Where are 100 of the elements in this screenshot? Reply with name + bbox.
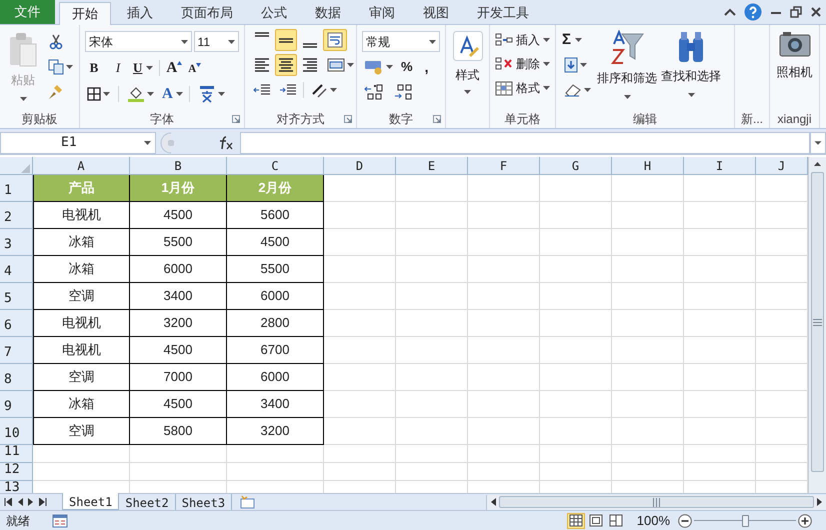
- sort-button[interactable]: 排序和筛选: [597, 29, 657, 110]
- percent-button[interactable]: %: [401, 57, 413, 77]
- dialog-launcher-icon[interactable]: [433, 115, 441, 123]
- empty-cell[interactable]: [684, 175, 756, 202]
- help-icon[interactable]: [744, 3, 762, 21]
- decrease-indent-icon[interactable]: [253, 83, 271, 97]
- empty-cell[interactable]: [612, 445, 684, 463]
- empty-cell[interactable]: [227, 445, 324, 463]
- autosum-button[interactable]: Σ: [562, 29, 593, 51]
- empty-cell[interactable]: [396, 364, 468, 391]
- empty-cell[interactable]: [396, 202, 468, 229]
- column-header[interactable]: I: [684, 157, 756, 175]
- empty-cell[interactable]: [468, 229, 540, 256]
- caret-icon[interactable]: [228, 40, 235, 44]
- empty-cell[interactable]: [468, 175, 540, 202]
- empty-cell[interactable]: [468, 202, 540, 229]
- empty-cell[interactable]: [130, 463, 227, 481]
- empty-cell[interactable]: [468, 418, 540, 445]
- column-header[interactable]: H: [612, 157, 684, 175]
- currency-icon[interactable]: [364, 59, 384, 75]
- caret-icon[interactable]: [429, 40, 436, 44]
- empty-cell[interactable]: [612, 175, 684, 202]
- empty-cell[interactable]: [612, 229, 684, 256]
- scroll-right-icon[interactable]: [817, 498, 823, 506]
- empty-cell[interactable]: [540, 337, 612, 364]
- row-header[interactable]: 4: [0, 256, 33, 283]
- empty-cell[interactable]: [540, 175, 612, 202]
- eraser-icon[interactable]: [564, 83, 582, 97]
- caret-icon[interactable]: [347, 63, 354, 67]
- empty-cell[interactable]: [684, 283, 756, 310]
- empty-cell[interactable]: [468, 337, 540, 364]
- caret-icon[interactable]: [386, 65, 393, 69]
- empty-cell[interactable]: [396, 418, 468, 445]
- expand-formula-bar-icon[interactable]: [810, 132, 826, 154]
- empty-cell[interactable]: [396, 175, 468, 202]
- empty-cell[interactable]: [540, 445, 612, 463]
- caret-icon[interactable]: [176, 92, 183, 96]
- last-sheet-icon[interactable]: [39, 498, 47, 506]
- empty-cell[interactable]: [540, 229, 612, 256]
- empty-cell[interactable]: [684, 418, 756, 445]
- empty-cell[interactable]: [468, 463, 540, 481]
- empty-cell[interactable]: [396, 391, 468, 418]
- decrease-decimal-icon[interactable]: [394, 84, 414, 100]
- column-header[interactable]: G: [540, 157, 612, 175]
- increase-decimal-icon[interactable]: [364, 84, 384, 100]
- horizontal-scrollbar[interactable]: [486, 494, 826, 510]
- cells-insert-button[interactable]: 插入: [495, 29, 550, 51]
- find-button[interactable]: 查找和选择: [661, 29, 721, 110]
- fill-down-icon[interactable]: [564, 57, 578, 73]
- ribbon-tab[interactable]: 开发工具: [465, 2, 541, 24]
- empty-cell[interactable]: [612, 256, 684, 283]
- caret-icon[interactable]: [688, 93, 694, 97]
- row-header[interactable]: 5: [0, 283, 33, 310]
- ribbon-tab[interactable]: 页面布局: [169, 2, 245, 24]
- row-header[interactable]: 6: [0, 310, 33, 337]
- empty-cell[interactable]: [324, 445, 396, 463]
- zoom-level[interactable]: 100%: [636, 510, 670, 530]
- camera-button[interactable]: 照相机: [776, 31, 812, 110]
- italic-button[interactable]: I: [109, 58, 127, 78]
- restore-icon[interactable]: [790, 6, 802, 18]
- row-header[interactable]: 9: [0, 391, 33, 418]
- empty-cell[interactable]: [612, 391, 684, 418]
- row-header[interactable]: 12: [0, 463, 33, 481]
- ribbon-tab[interactable]: 插入: [115, 2, 165, 24]
- copy-icon[interactable]: [48, 59, 64, 75]
- caret-icon[interactable]: [144, 140, 151, 144]
- view-normal-button[interactable]: [566, 512, 585, 528]
- ribbon-tab[interactable]: 审阅: [357, 2, 407, 24]
- file-tab[interactable]: 文件: [0, 0, 55, 24]
- caret-icon[interactable]: [218, 92, 225, 96]
- font-size-field[interactable]: 11: [194, 31, 239, 52]
- empty-cell[interactable]: [396, 256, 468, 283]
- empty-cell[interactable]: [684, 391, 756, 418]
- empty-cell[interactable]: [612, 463, 684, 481]
- empty-cell[interactable]: [540, 283, 612, 310]
- empty-cell[interactable]: [540, 391, 612, 418]
- caret-icon[interactable]: [146, 66, 154, 70]
- caret-icon[interactable]: [103, 92, 110, 96]
- empty-cell[interactable]: [612, 418, 684, 445]
- bold-button[interactable]: B: [85, 58, 103, 78]
- comma-button[interactable]: ,: [418, 56, 434, 78]
- zoom-slider-thumb[interactable]: [742, 514, 749, 526]
- empty-cell[interactable]: [684, 202, 756, 229]
- empty-cell[interactable]: [612, 310, 684, 337]
- caret-icon[interactable]: [330, 88, 337, 92]
- column-header[interactable]: F: [468, 157, 540, 175]
- ribbon-tab[interactable]: 数据: [303, 2, 353, 24]
- empty-cell[interactable]: [684, 445, 756, 463]
- empty-cell[interactable]: [540, 463, 612, 481]
- font-color-button[interactable]: A: [162, 84, 183, 104]
- empty-cell[interactable]: [684, 364, 756, 391]
- caret-icon[interactable]: [543, 62, 550, 66]
- caret-icon[interactable]: [20, 97, 26, 101]
- empty-cell[interactable]: [684, 229, 756, 256]
- align-center-button[interactable]: [275, 54, 297, 76]
- font-name-field[interactable]: 宋体: [85, 31, 192, 52]
- empty-cell[interactable]: [396, 337, 468, 364]
- grow-font-button[interactable]: A: [166, 58, 182, 78]
- caret-icon[interactable]: [580, 63, 587, 67]
- empty-cell[interactable]: [684, 463, 756, 481]
